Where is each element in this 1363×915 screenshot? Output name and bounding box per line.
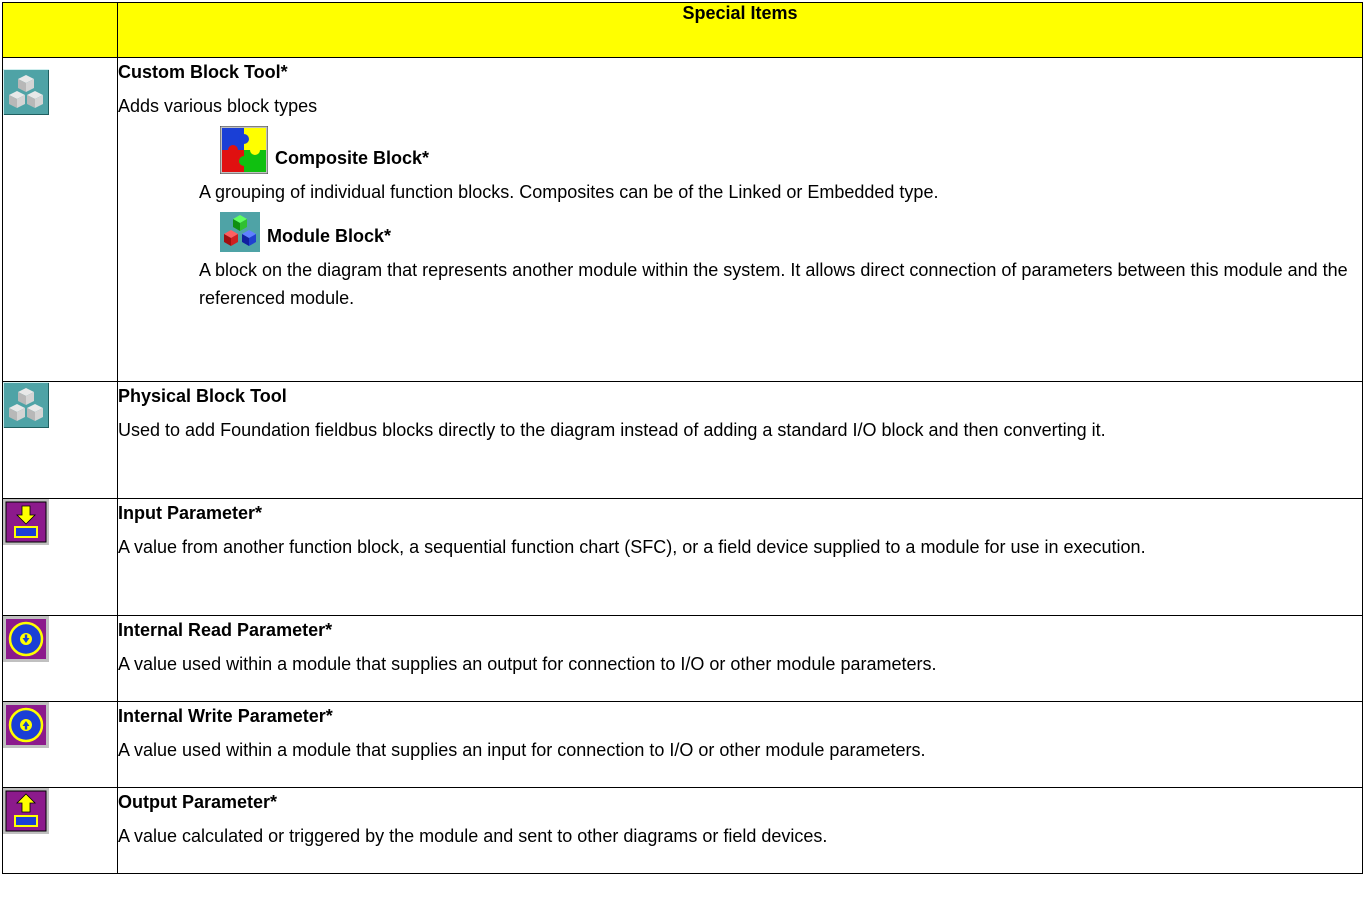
item-title: Custom Block Tool*	[118, 62, 288, 82]
icon-cell	[2, 787, 118, 874]
item-description: Adds various block types	[118, 96, 318, 116]
special-items-table: Special Items Custom Block Tool* Adds va…	[2, 2, 1363, 874]
puzzle-icon	[220, 126, 268, 174]
description-cell: Physical Block Tool Used to add Foundati…	[117, 381, 1363, 499]
item-title: Output Parameter*	[118, 792, 278, 812]
item-description: Used to add Foundation fieldbus blocks d…	[118, 420, 1106, 440]
description-cell: Input Parameter* A value from another fu…	[117, 498, 1363, 616]
table-row: Output Parameter* A value calculated or …	[2, 787, 1363, 874]
subitem-title: Composite Block*	[275, 148, 430, 168]
icon-cell	[2, 701, 118, 788]
item-title: Internal Read Parameter*	[118, 620, 333, 640]
color-cubes-icon	[220, 212, 260, 252]
icon-cell	[2, 381, 118, 499]
cubes-icon	[3, 382, 49, 428]
table-row: Physical Block Tool Used to add Foundati…	[2, 381, 1363, 499]
table-row: Custom Block Tool* Adds various block ty…	[2, 57, 1363, 382]
item-description: A value calculated or triggered by the m…	[118, 826, 828, 846]
table-row: Internal Read Parameter* A value used wi…	[2, 615, 1363, 702]
subitem-description: A block on the diagram that represents a…	[199, 260, 1348, 308]
output-arrow-icon	[3, 788, 49, 834]
description-cell: Custom Block Tool* Adds various block ty…	[117, 57, 1363, 382]
header-row: Special Items	[2, 2, 1363, 58]
input-arrow-icon	[3, 499, 49, 545]
table-title: Special Items	[117, 2, 1363, 58]
cubes-icon	[3, 69, 49, 115]
icon-cell	[2, 57, 118, 382]
description-cell: Internal Read Parameter* A value used wi…	[117, 615, 1363, 702]
header-icon-cell	[2, 2, 118, 58]
item-description: A value from another function block, a s…	[118, 537, 1146, 557]
description-cell: Output Parameter* A value calculated or …	[117, 787, 1363, 874]
table-row: Input Parameter* A value from another fu…	[2, 498, 1363, 616]
write-circle-icon	[3, 702, 49, 748]
subitem-heading: Module Block*	[220, 212, 1362, 252]
description-cell: Internal Write Parameter* A value used w…	[117, 701, 1363, 788]
item-description: A value used within a module that suppli…	[118, 740, 926, 760]
item-title: Physical Block Tool	[118, 386, 287, 406]
read-circle-icon	[3, 616, 49, 662]
subitem: Composite Block* A grouping of individua…	[199, 126, 1362, 206]
icon-cell	[2, 615, 118, 702]
subitem-description: A grouping of individual function blocks…	[199, 182, 939, 202]
item-description: A value used within a module that suppli…	[118, 654, 937, 674]
item-title: Internal Write Parameter*	[118, 706, 333, 726]
subitem-title: Module Block*	[267, 226, 392, 246]
item-title: Input Parameter*	[118, 503, 263, 523]
subitem: Module Block* A block on the diagram tha…	[199, 212, 1362, 312]
icon-cell	[2, 498, 118, 616]
table-row: Internal Write Parameter* A value used w…	[2, 701, 1363, 788]
subitem-heading: Composite Block*	[220, 126, 1362, 174]
